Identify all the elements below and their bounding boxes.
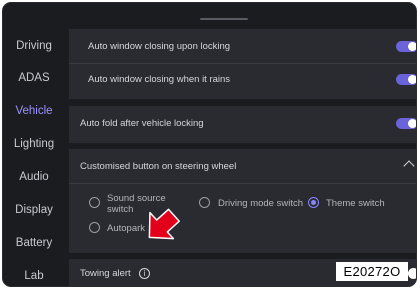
auto-window-locking-label: Auto window closing upon locking — [88, 41, 231, 52]
auto-window-rain-toggle[interactable] — [396, 74, 416, 85]
divider — [69, 63, 416, 64]
sidebar-item-display[interactable]: Display — [3, 203, 65, 217]
auto-window-locking-toggle[interactable] — [396, 41, 416, 52]
sidebar-item-lab[interactable]: Lab — [3, 269, 65, 283]
auto-fold-label: Auto fold after vehicle locking — [80, 118, 204, 129]
option-autopark-label: Autopark — [107, 223, 146, 234]
settings-screen: Driving ADAS Vehicle Lighting Audio Disp… — [2, 2, 417, 287]
radio-driving-mode-switch[interactable] — [199, 197, 210, 208]
radio-theme-switch[interactable] — [308, 197, 319, 208]
sidebar-item-adas[interactable]: ADAS — [3, 71, 65, 85]
towing-alert-label: Towing alert — [80, 268, 131, 279]
sidebar: Driving ADAS Vehicle Lighting Audio Disp… — [3, 3, 65, 286]
auto-fold-toggle[interactable] — [396, 118, 416, 129]
sidebar-item-vehicle[interactable]: Vehicle — [3, 104, 65, 118]
customised-button-label: Customised button on steering wheel — [80, 161, 237, 172]
pointer-arrow-icon — [148, 208, 180, 240]
radio-autopark[interactable] — [89, 222, 100, 233]
drag-handle[interactable] — [200, 18, 248, 20]
sidebar-item-battery[interactable]: Battery — [3, 236, 65, 250]
option-theme-switch-label: Theme switch — [326, 198, 385, 209]
towing-alert-toggle[interactable] — [408, 268, 416, 279]
option-driving-mode-switch-label: Driving mode switch — [218, 198, 303, 209]
reference-code: E20272O — [336, 262, 408, 281]
info-icon[interactable]: i — [139, 268, 150, 279]
divider — [69, 183, 416, 184]
radio-sound-source-switch[interactable] — [89, 197, 100, 208]
auto-window-rain-label: Auto window closing when it rains — [88, 74, 231, 85]
window-settings-card — [69, 29, 416, 99]
sidebar-item-lighting[interactable]: Lighting — [3, 137, 65, 151]
sidebar-item-driving[interactable]: Driving — [3, 39, 65, 53]
sidebar-item-audio[interactable]: Audio — [3, 170, 65, 184]
